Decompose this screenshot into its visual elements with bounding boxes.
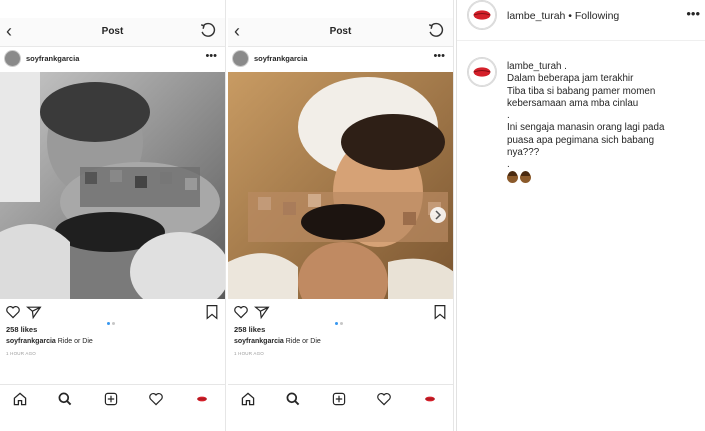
post-sidebar: lambe_turah • Following ••• lambe_turah … [456, 0, 705, 431]
caption-comment: lambe_turah . Dalam beberapa jam terakhi… [507, 61, 697, 184]
heart-icon[interactable] [5, 304, 21, 320]
post-username[interactable]: soyfrankgarcia [254, 54, 307, 63]
account-header: lambe_turah • Following [507, 10, 619, 22]
emoji-row [507, 170, 697, 184]
following-button[interactable]: Following [575, 10, 619, 22]
avatar[interactable] [4, 50, 21, 67]
home-icon[interactable] [12, 391, 28, 407]
post-time: 1 HOUR AGO [6, 351, 37, 356]
bookmark-icon[interactable] [432, 304, 448, 320]
post-title: Post [101, 26, 124, 37]
search-icon[interactable] [285, 391, 301, 407]
heart-icon[interactable] [233, 304, 249, 320]
post-title: Post [329, 26, 352, 37]
comment-line: . [507, 110, 510, 122]
add-post-icon[interactable] [103, 391, 119, 407]
comment-line: . [507, 159, 510, 171]
comment-line: Dalam beberapa jam terakhir [507, 73, 634, 85]
post-photo[interactable] [0, 72, 225, 299]
refresh-icon[interactable] [199, 22, 217, 40]
post-time: 1 HOUR AGO [234, 351, 265, 356]
bottom-nav [0, 384, 225, 413]
post-header-bar: ‹ Post [228, 18, 453, 47]
search-icon[interactable] [57, 391, 73, 407]
home-icon[interactable] [240, 391, 256, 407]
bookmark-icon[interactable] [204, 304, 220, 320]
caption-text: Ride or Die [57, 338, 93, 345]
more-dots-icon[interactable]: ••• [686, 6, 700, 21]
profile-lips-icon[interactable] [422, 391, 438, 407]
send-icon[interactable] [26, 304, 42, 320]
activity-heart-icon[interactable] [148, 391, 164, 407]
post-username[interactable]: soyfrankgarcia [26, 54, 79, 63]
send-icon[interactable] [254, 304, 270, 320]
post-caption: soyfrankgarcia Ride or Die [6, 338, 93, 345]
caption-username[interactable]: soyfrankgarcia [6, 338, 56, 345]
carousel-indicator [107, 312, 117, 325]
avatar[interactable] [467, 57, 497, 87]
more-dots-icon[interactable]: ••• [205, 50, 217, 62]
post-photo[interactable] [228, 72, 453, 299]
comment-line: puasa apa pegimana sich babang [507, 134, 655, 146]
post-caption: soyfrankgarcia Ride or Die [234, 338, 321, 345]
comment-line: Ini sengaja manasin orang lagi pada [507, 122, 665, 134]
account-name[interactable]: lambe_turah [507, 10, 565, 22]
post-user-row: soyfrankgarcia ••• [228, 48, 453, 70]
post-screenshot-right: ‹ Post soyfrankgarcia ••• 258 likes soyf… [228, 0, 454, 431]
woman-emoji-icon [520, 170, 531, 183]
profile-lips-icon[interactable] [194, 391, 210, 407]
post-screenshot-left: ‹ Post soyfrankgarcia ••• 258 likes soyf… [0, 0, 226, 431]
more-dots-icon[interactable]: ••• [433, 50, 445, 62]
sidebar-header: lambe_turah • Following ••• [457, 0, 705, 41]
comment-username[interactable]: lambe_turah . [507, 61, 697, 73]
activity-heart-icon[interactable] [376, 391, 392, 407]
separator: • [565, 10, 575, 22]
comment-line: nya??? [507, 147, 540, 159]
avatar[interactable] [232, 50, 249, 67]
caption-username[interactable]: soyfrankgarcia [234, 338, 284, 345]
post-user-row: soyfrankgarcia ••• [0, 48, 225, 70]
caption-text: Ride or Die [285, 338, 321, 345]
bottom-nav [228, 384, 453, 413]
add-post-icon[interactable] [331, 391, 347, 407]
next-arrow-icon[interactable] [430, 207, 446, 223]
refresh-icon[interactable] [427, 22, 445, 40]
comment-line: Tiba tiba si babang pamer momen [507, 85, 656, 97]
avatar[interactable] [467, 0, 497, 30]
post-header-bar: ‹ Post [0, 18, 225, 47]
carousel-indicator [335, 312, 345, 325]
comment-line: kebersamaan ama mba cinlau [507, 97, 639, 109]
likes-count[interactable]: 258 likes [6, 325, 37, 334]
likes-count[interactable]: 258 likes [234, 325, 265, 334]
woman-emoji-icon [507, 170, 518, 183]
